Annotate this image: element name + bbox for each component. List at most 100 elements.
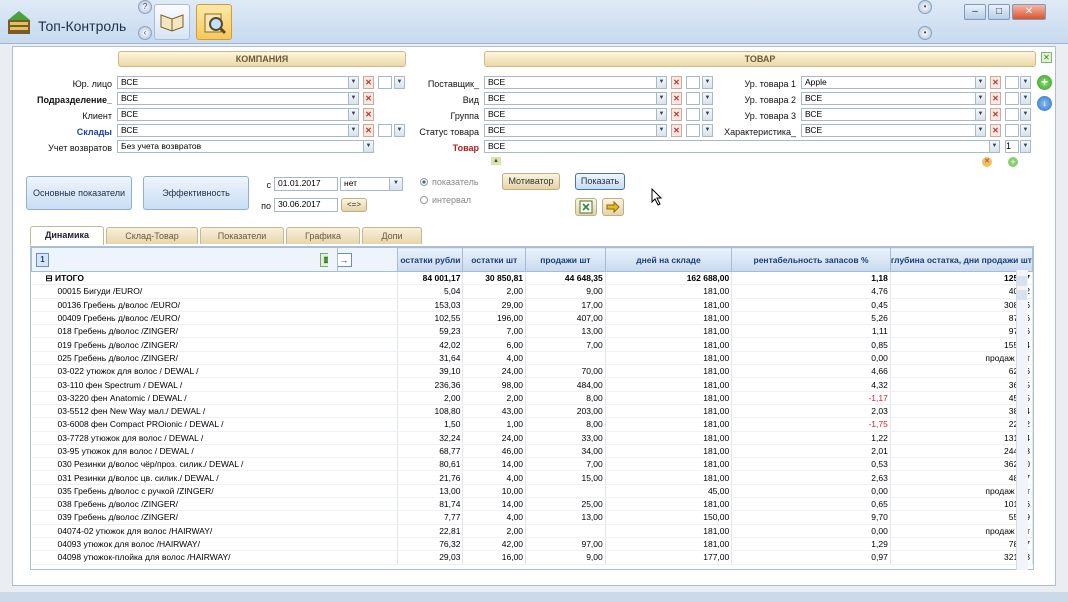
- chevron-down-icon[interactable]: ▼: [1020, 108, 1031, 121]
- vertical-scrollbar[interactable]: [1016, 270, 1028, 570]
- extra-field[interactable]: [378, 124, 392, 137]
- supplier-select[interactable]: ВСЕ: [484, 76, 657, 89]
- clear-icon[interactable]: ✕: [363, 124, 374, 137]
- remove-level-icon[interactable]: ✕: [982, 157, 992, 167]
- restore-icon[interactable]: •: [918, 26, 932, 40]
- minimize-button[interactable]: –: [964, 4, 986, 20]
- chevron-down-icon[interactable]: ▼: [989, 140, 1000, 153]
- chevron-down-icon[interactable]: ▼: [975, 124, 986, 137]
- efficiency-button[interactable]: Эффективность: [143, 176, 249, 210]
- date-mode-select[interactable]: нет: [340, 177, 390, 191]
- column-header[interactable]: рентабельность запасов %: [731, 247, 891, 272]
- column-header[interactable]: продажи шт: [525, 247, 606, 272]
- table-row[interactable]: 019 Гребень д/волос /ZINGER/42,02 6,00 7,0…: [31, 337, 1033, 352]
- table-row[interactable]: 00409 Гребень д/волос /EURO/102,55 196,00…: [31, 311, 1033, 326]
- legal-entity-select[interactable]: ВСЕ: [117, 76, 349, 89]
- chevron-down-icon[interactable]: ▼: [656, 108, 667, 121]
- clear-icon[interactable]: ✕: [671, 92, 682, 105]
- add-icon[interactable]: +: [1037, 75, 1052, 90]
- scroll-thumb[interactable]: [1017, 290, 1027, 300]
- table-row[interactable]: 038 Гребень д/волос /ZINGER/81,74 14,00 25…: [31, 497, 1033, 512]
- table-row[interactable]: 03-6008 фен Compact PROionic / DEWAL / 1,…: [31, 417, 1033, 432]
- add-level-icon[interactable]: +: [1008, 157, 1018, 167]
- extra-field[interactable]: [1005, 108, 1019, 121]
- clear-icon[interactable]: ✕: [671, 124, 682, 137]
- table-row[interactable]: 035 Гребень д/волос с ручкой /ZINGER/13,…: [31, 484, 1033, 499]
- table-row[interactable]: 04098 утюжок-плойка для волос /HAIRWAY/2…: [31, 550, 1033, 565]
- clear-icon[interactable]: ✕: [671, 108, 682, 121]
- date-from-input[interactable]: 01.01.2017: [274, 177, 338, 191]
- extra-field[interactable]: [686, 76, 700, 89]
- tab-dynamics[interactable]: Динамика: [30, 226, 104, 245]
- chevron-down-icon[interactable]: ▼: [1020, 124, 1031, 137]
- clear-icon[interactable]: ✕: [671, 76, 682, 89]
- tab-warehouse-product[interactable]: Склад-Товар: [106, 227, 198, 244]
- indicator-radio[interactable]: показатель: [420, 177, 479, 187]
- clear-icon[interactable]: ✕: [363, 108, 374, 121]
- clear-icon[interactable]: ✕: [990, 92, 1001, 105]
- table-row[interactable]: 03-7728 утюжок для волос / DEWAL / 32,24 2…: [31, 431, 1033, 445]
- column-header[interactable]: остатки рубли: [397, 247, 464, 272]
- clear-icon[interactable]: ✕: [990, 108, 1001, 121]
- table-row[interactable]: 03-5512 фен New Way мал./ DEWAL / 108,80 4…: [31, 404, 1033, 419]
- column-header[interactable]: глубина остатка, дни продажи шт: [889, 247, 1033, 272]
- chevron-down-icon[interactable]: ▼: [1020, 92, 1031, 105]
- table-row[interactable]: 04074-02 утюжок для волос /HAIRWAY/22,81…: [31, 524, 1033, 538]
- extra-field[interactable]: [686, 124, 700, 137]
- clear-icon[interactable]: ✕: [990, 76, 1001, 89]
- extra-field[interactable]: [1005, 76, 1019, 89]
- total-row[interactable]: ⊟ ИТОГО 84 001,17 30 850,81 44 648,35 162 68…: [31, 271, 1033, 286]
- panel-close-icon[interactable]: ✕: [1041, 52, 1052, 63]
- extra-field[interactable]: [1005, 92, 1019, 105]
- scroll-up-icon[interactable]: [1017, 276, 1027, 286]
- warehouses-select[interactable]: ВСЕ: [117, 124, 349, 137]
- chevron-down-icon[interactable]: ▼: [656, 76, 667, 89]
- extra-field[interactable]: [1005, 124, 1019, 137]
- expand-icon[interactable]: ⊟: [46, 273, 55, 283]
- table-row[interactable]: 030 Резинки д/волос чёр/проз. силик./ DE…: [31, 457, 1033, 472]
- column-header[interactable]: дней на складе: [604, 247, 733, 272]
- extra-field[interactable]: [686, 92, 700, 105]
- collapse-icon[interactable]: ‹: [138, 26, 152, 40]
- pin-icon[interactable]: •: [918, 0, 932, 14]
- tab-graphics[interactable]: Графика: [286, 227, 360, 244]
- division-select[interactable]: ВСЕ: [117, 92, 349, 105]
- level-count-field[interactable]: 1: [1005, 140, 1019, 153]
- table-row[interactable]: 03-022 утюжок для волос / DEWAL / 39,10 24…: [31, 364, 1033, 379]
- collapse-filters-icon[interactable]: ▲: [491, 157, 501, 165]
- chevron-down-icon[interactable]: ▼: [348, 124, 359, 137]
- chevron-down-icon[interactable]: ▼: [975, 108, 986, 121]
- main-indicators-button[interactable]: Основные показатели: [26, 176, 132, 210]
- level2-select[interactable]: ВСЕ: [801, 92, 976, 105]
- close-button[interactable]: ✕: [1012, 4, 1046, 20]
- chevron-down-icon[interactable]: ▼: [975, 92, 986, 105]
- chevron-down-icon[interactable]: ▼: [348, 108, 359, 121]
- clear-icon[interactable]: ✕: [990, 124, 1001, 137]
- chevron-down-icon[interactable]: ▼: [1020, 76, 1031, 89]
- product-select[interactable]: ВСЕ: [484, 140, 990, 153]
- interval-radio[interactable]: интервал: [420, 195, 471, 205]
- chevron-down-icon[interactable]: ▼: [1020, 140, 1031, 153]
- table-row[interactable]: 04093 утюжок для волос /HAIRWAY/76,32 42,…: [31, 537, 1033, 552]
- extra-field[interactable]: [686, 108, 700, 121]
- help-icon[interactable]: ?: [138, 0, 152, 14]
- table-row[interactable]: 031 Резинки д/волос цв. силик./ DEWAL / 2…: [31, 470, 1033, 485]
- show-button[interactable]: Показать: [575, 173, 625, 190]
- chevron-down-icon[interactable]: ▼: [656, 92, 667, 105]
- returns-select[interactable]: Без учета возвратов: [117, 140, 364, 153]
- arrow-down-icon[interactable]: ↓: [1037, 96, 1052, 111]
- report-search-button[interactable]: [196, 4, 232, 40]
- table-row[interactable]: 00015 Бигуди /EURO/5,04 2,00 9,00 181,00 4,7…: [31, 284, 1033, 299]
- arrow-right-icon[interactable]: →: [338, 253, 352, 267]
- table-row[interactable]: 018 Гребень д/волос /ZINGER/59,23 7,00 13,…: [31, 324, 1033, 339]
- group-level-button[interactable]: 1: [36, 253, 49, 267]
- column-header[interactable]: остатки шт: [462, 247, 527, 272]
- table-row[interactable]: 025 Гребень д/волос /ZINGER/31,64 4,00 181…: [31, 351, 1033, 366]
- clear-icon[interactable]: ✕: [363, 76, 374, 89]
- chevron-down-icon[interactable]: ▼: [348, 76, 359, 89]
- export-arrow-button[interactable]: [602, 198, 624, 216]
- columns-icon[interactable]: ▥: [320, 253, 329, 267]
- table-row[interactable]: 03-95 утюжок для волос / DEWAL / 68,77 46,…: [31, 444, 1033, 459]
- tab-indicators[interactable]: Показатели: [200, 227, 284, 244]
- chevron-down-icon[interactable]: ▼: [348, 92, 359, 105]
